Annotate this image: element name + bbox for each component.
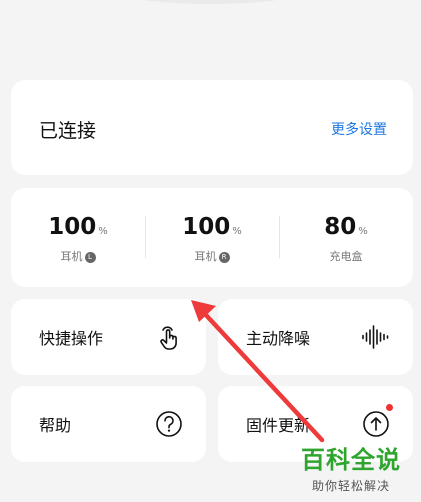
battery-label: 充电盒 (329, 250, 363, 263)
shortcut-label: 快捷操作 (39, 329, 104, 348)
watermark: 百科全说 助你轻松解决 (291, 440, 411, 494)
battery-case: 80% 充电盒 (279, 188, 413, 287)
device-image-edge (70, 0, 350, 4)
battery-value: 100 (48, 214, 97, 240)
help-label: 帮助 (39, 416, 72, 435)
battery-label: 耳机 (60, 250, 83, 263)
shortcut-tile[interactable]: 快捷操作 (11, 299, 206, 375)
help-tile[interactable]: 帮助 (11, 386, 206, 462)
anc-tile[interactable]: 主动降噪 (218, 299, 413, 375)
battery-value: 80 (324, 214, 357, 240)
battery-unit: % (98, 226, 108, 237)
battery-right-earbud: 100% 耳机 R (145, 188, 279, 287)
upload-circle-icon (363, 411, 389, 437)
question-circle-icon (156, 411, 182, 437)
connection-card: 已连接 更多设置 (11, 80, 413, 175)
update-badge-dot (386, 404, 393, 411)
touch-gesture-icon (160, 326, 177, 350)
right-badge-icon: R (218, 252, 230, 263)
connection-status: 已连接 (39, 120, 97, 142)
battery-card: 100% 耳机 L 100% 耳机 R 80% 充电盒 (11, 188, 413, 287)
more-settings-link[interactable]: 更多设置 (331, 119, 387, 139)
left-badge-icon: L (84, 252, 96, 263)
sound-wave-icon (362, 325, 389, 349)
watermark-subtitle: 助你轻松解决 (311, 479, 390, 493)
anc-label: 主动降噪 (246, 329, 311, 348)
battery-left-earbud: 100% 耳机 L (11, 188, 145, 287)
firmware-label: 固件更新 (246, 416, 311, 435)
battery-value: 100 (182, 214, 231, 240)
battery-unit: % (358, 226, 368, 237)
watermark-title: 百科全说 (301, 446, 401, 474)
battery-label: 耳机 (194, 250, 217, 263)
battery-unit: % (232, 226, 242, 237)
